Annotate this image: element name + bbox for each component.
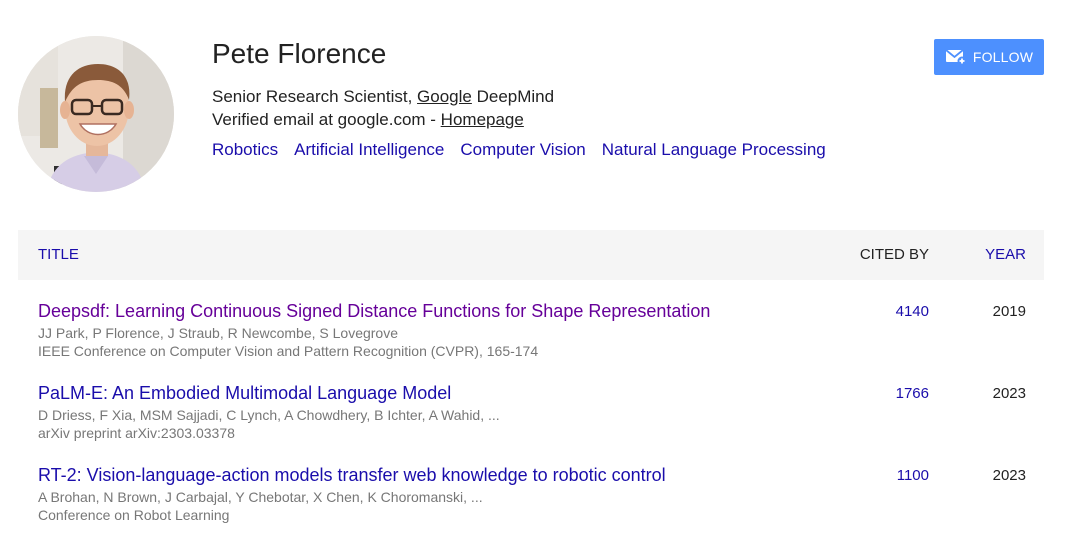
affiliation-prefix: Senior Research Scientist, xyxy=(212,87,418,106)
publication-authors: D Driess, F Xia, MSM Sajjadi, C Lynch, A… xyxy=(38,407,500,423)
interest-natural-language-processing[interactable]: Natural Language Processing xyxy=(602,140,826,159)
cited-by-count[interactable]: 1100 xyxy=(897,467,929,484)
sort-by-cited[interactable]: CITED BY xyxy=(860,246,929,263)
profile-affiliation: Senior Research Scientist, Google DeepMi… xyxy=(212,86,554,108)
homepage-link[interactable]: Homepage xyxy=(441,110,524,129)
follow-label: FOLLOW xyxy=(972,49,1034,65)
table-row: RT-2: Vision-language-action models tran… xyxy=(38,464,1026,544)
publication-year: 2023 xyxy=(992,385,1026,402)
research-interests: Robotics Artificial Intelligence Computer … xyxy=(212,139,842,161)
publication-year: 2023 xyxy=(992,467,1026,484)
cited-by-count[interactable]: 4140 xyxy=(896,303,929,320)
profile-email: Verified email at google.com - Homepage xyxy=(212,109,524,131)
affiliation-suffix: DeepMind xyxy=(471,87,555,106)
publication-year: 2019 xyxy=(992,303,1026,320)
interest-artificial-intelligence[interactable]: Artificial Intelligence xyxy=(294,140,444,159)
email-text: Verified email at google.com - xyxy=(212,110,441,129)
profile-photo xyxy=(18,36,174,192)
publication-title[interactable]: Deepsdf: Learning Continuous Signed Dist… xyxy=(38,300,710,322)
publication-venue: arXiv preprint arXiv:2303.03378 xyxy=(38,425,235,441)
publications-table-header: TITLE CITED BY YEAR xyxy=(18,230,1044,280)
publication-authors: JJ Park, P Florence, J Straub, R Newcomb… xyxy=(38,325,399,341)
profile-avatar xyxy=(18,36,174,192)
mail-plus-icon xyxy=(945,49,967,66)
publication-venue: IEEE Conference on Computer Vision and P… xyxy=(38,343,539,359)
sort-by-year[interactable]: YEAR xyxy=(985,246,1026,263)
table-row: Deepsdf: Learning Continuous Signed Dist… xyxy=(38,300,1026,380)
cited-by-count[interactable]: 1766 xyxy=(896,385,929,402)
publication-title[interactable]: PaLM-E: An Embodied Multimodal Language … xyxy=(38,382,451,404)
profile-name: Pete Florence xyxy=(212,38,387,69)
publication-title[interactable]: RT-2: Vision-language-action models tran… xyxy=(38,464,666,486)
interest-computer-vision[interactable]: Computer Vision xyxy=(460,140,585,159)
sort-by-title[interactable]: TITLE xyxy=(38,246,79,263)
follow-button[interactable]: FOLLOW xyxy=(934,39,1044,75)
interest-robotics[interactable]: Robotics xyxy=(212,140,278,159)
publication-venue: Conference on Robot Learning xyxy=(38,507,230,523)
publication-authors: A Brohan, N Brown, J Carbajal, Y Chebota… xyxy=(38,489,483,505)
table-row: PaLM-E: An Embodied Multimodal Language … xyxy=(38,382,1026,462)
affiliation-link[interactable]: Google xyxy=(417,87,472,106)
